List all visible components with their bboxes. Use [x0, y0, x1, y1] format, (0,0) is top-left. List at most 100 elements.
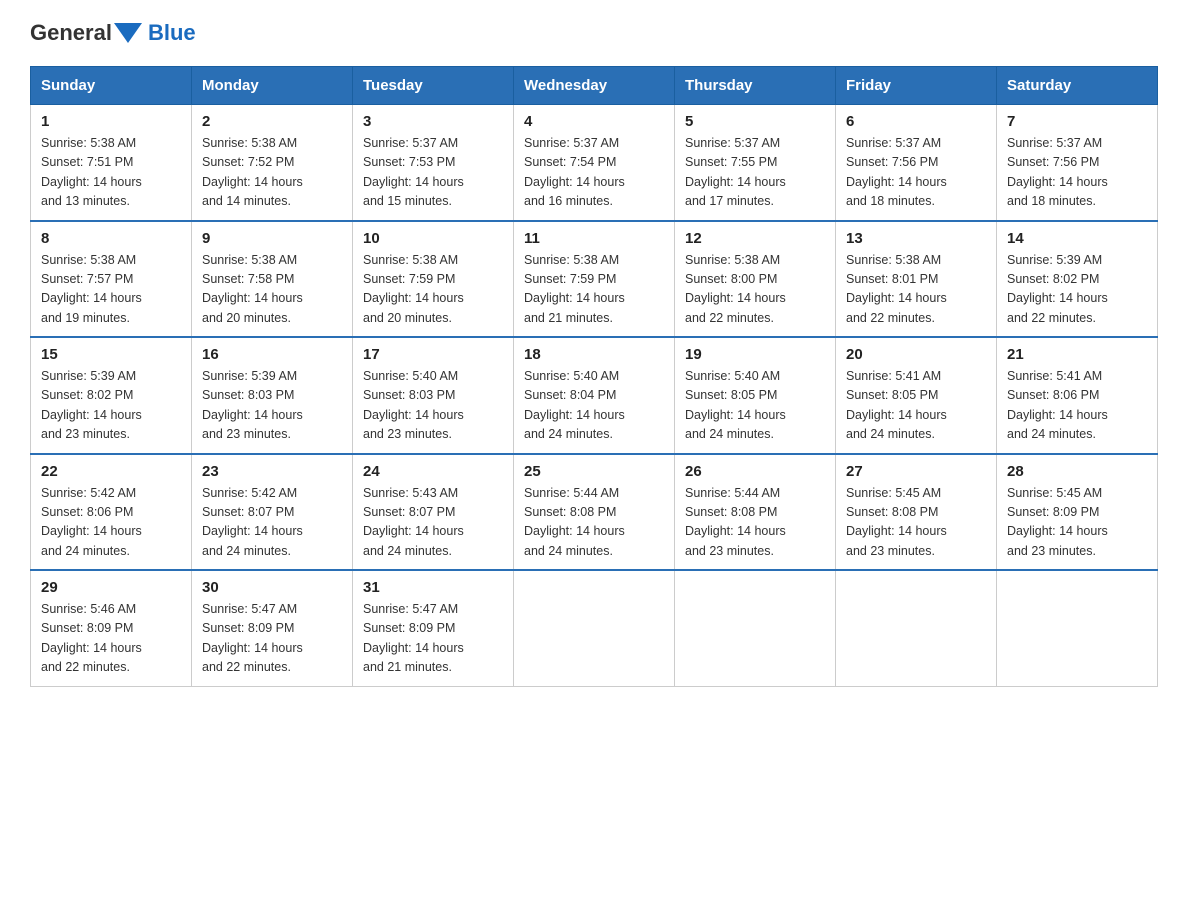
logo-text-general: General [30, 20, 112, 46]
calendar-day-cell: 17 Sunrise: 5:40 AMSunset: 8:03 PMDaylig… [353, 337, 514, 454]
calendar-day-cell: 19 Sunrise: 5:40 AMSunset: 8:05 PMDaylig… [675, 337, 836, 454]
day-number: 17 [363, 346, 503, 363]
calendar-day-cell: 15 Sunrise: 5:39 AMSunset: 8:02 PMDaylig… [31, 337, 192, 454]
day-number: 12 [685, 230, 825, 247]
calendar-day-cell [997, 570, 1158, 686]
calendar-day-cell: 20 Sunrise: 5:41 AMSunset: 8:05 PMDaylig… [836, 337, 997, 454]
calendar-day-cell: 11 Sunrise: 5:38 AMSunset: 7:59 PMDaylig… [514, 221, 675, 338]
calendar-day-cell: 23 Sunrise: 5:42 AMSunset: 8:07 PMDaylig… [192, 454, 353, 571]
day-info: Sunrise: 5:40 AMSunset: 8:04 PMDaylight:… [524, 369, 625, 441]
day-number: 21 [1007, 346, 1147, 363]
calendar-day-cell: 7 Sunrise: 5:37 AMSunset: 7:56 PMDayligh… [997, 105, 1158, 221]
calendar-day-cell: 2 Sunrise: 5:38 AMSunset: 7:52 PMDayligh… [192, 105, 353, 221]
weekday-header-thursday: Thursday [675, 67, 836, 105]
day-info: Sunrise: 5:46 AMSunset: 8:09 PMDaylight:… [41, 602, 142, 674]
day-info: Sunrise: 5:44 AMSunset: 8:08 PMDaylight:… [685, 486, 786, 558]
calendar-day-cell [836, 570, 997, 686]
calendar-week-row: 29 Sunrise: 5:46 AMSunset: 8:09 PMDaylig… [31, 570, 1158, 686]
calendar-table: SundayMondayTuesdayWednesdayThursdayFrid… [30, 66, 1158, 687]
day-number: 31 [363, 579, 503, 596]
day-number: 20 [846, 346, 986, 363]
day-info: Sunrise: 5:41 AMSunset: 8:06 PMDaylight:… [1007, 369, 1108, 441]
day-info: Sunrise: 5:37 AMSunset: 7:54 PMDaylight:… [524, 136, 625, 208]
calendar-day-cell: 24 Sunrise: 5:43 AMSunset: 8:07 PMDaylig… [353, 454, 514, 571]
day-number: 10 [363, 230, 503, 247]
calendar-day-cell: 27 Sunrise: 5:45 AMSunset: 8:08 PMDaylig… [836, 454, 997, 571]
weekday-header-monday: Monday [192, 67, 353, 105]
day-info: Sunrise: 5:37 AMSunset: 7:56 PMDaylight:… [846, 136, 947, 208]
calendar-day-cell [514, 570, 675, 686]
day-info: Sunrise: 5:38 AMSunset: 7:58 PMDaylight:… [202, 253, 303, 325]
weekday-header-wednesday: Wednesday [514, 67, 675, 105]
day-info: Sunrise: 5:45 AMSunset: 8:09 PMDaylight:… [1007, 486, 1108, 558]
calendar-week-row: 22 Sunrise: 5:42 AMSunset: 8:06 PMDaylig… [31, 454, 1158, 571]
weekday-header-tuesday: Tuesday [353, 67, 514, 105]
calendar-day-cell: 28 Sunrise: 5:45 AMSunset: 8:09 PMDaylig… [997, 454, 1158, 571]
calendar-day-cell: 8 Sunrise: 5:38 AMSunset: 7:57 PMDayligh… [31, 221, 192, 338]
day-number: 25 [524, 463, 664, 480]
day-number: 15 [41, 346, 181, 363]
calendar-day-cell: 25 Sunrise: 5:44 AMSunset: 8:08 PMDaylig… [514, 454, 675, 571]
day-number: 23 [202, 463, 342, 480]
day-info: Sunrise: 5:37 AMSunset: 7:53 PMDaylight:… [363, 136, 464, 208]
calendar-week-row: 15 Sunrise: 5:39 AMSunset: 8:02 PMDaylig… [31, 337, 1158, 454]
day-info: Sunrise: 5:42 AMSunset: 8:07 PMDaylight:… [202, 486, 303, 558]
calendar-day-cell: 31 Sunrise: 5:47 AMSunset: 8:09 PMDaylig… [353, 570, 514, 686]
day-number: 5 [685, 113, 825, 130]
calendar-day-cell: 1 Sunrise: 5:38 AMSunset: 7:51 PMDayligh… [31, 105, 192, 221]
page-header: General Blue [30, 20, 1158, 46]
calendar-day-cell: 29 Sunrise: 5:46 AMSunset: 8:09 PMDaylig… [31, 570, 192, 686]
calendar-week-row: 1 Sunrise: 5:38 AMSunset: 7:51 PMDayligh… [31, 105, 1158, 221]
day-number: 6 [846, 113, 986, 130]
day-number: 28 [1007, 463, 1147, 480]
weekday-header-friday: Friday [836, 67, 997, 105]
weekday-header-sunday: Sunday [31, 67, 192, 105]
day-number: 30 [202, 579, 342, 596]
logo: General Blue [30, 20, 196, 46]
day-info: Sunrise: 5:39 AMSunset: 8:02 PMDaylight:… [1007, 253, 1108, 325]
day-number: 24 [363, 463, 503, 480]
day-number: 2 [202, 113, 342, 130]
day-number: 7 [1007, 113, 1147, 130]
logo-text-blue: Blue [148, 20, 196, 46]
logo-arrow-icon [114, 23, 142, 43]
weekday-header-row: SundayMondayTuesdayWednesdayThursdayFrid… [31, 67, 1158, 105]
calendar-day-cell: 18 Sunrise: 5:40 AMSunset: 8:04 PMDaylig… [514, 337, 675, 454]
day-number: 16 [202, 346, 342, 363]
calendar-day-cell: 3 Sunrise: 5:37 AMSunset: 7:53 PMDayligh… [353, 105, 514, 221]
day-number: 13 [846, 230, 986, 247]
day-number: 22 [41, 463, 181, 480]
day-info: Sunrise: 5:38 AMSunset: 7:59 PMDaylight:… [363, 253, 464, 325]
day-info: Sunrise: 5:41 AMSunset: 8:05 PMDaylight:… [846, 369, 947, 441]
day-info: Sunrise: 5:39 AMSunset: 8:02 PMDaylight:… [41, 369, 142, 441]
day-number: 14 [1007, 230, 1147, 247]
calendar-day-cell: 10 Sunrise: 5:38 AMSunset: 7:59 PMDaylig… [353, 221, 514, 338]
day-info: Sunrise: 5:39 AMSunset: 8:03 PMDaylight:… [202, 369, 303, 441]
calendar-day-cell: 21 Sunrise: 5:41 AMSunset: 8:06 PMDaylig… [997, 337, 1158, 454]
day-number: 8 [41, 230, 181, 247]
calendar-day-cell [675, 570, 836, 686]
day-number: 27 [846, 463, 986, 480]
day-number: 19 [685, 346, 825, 363]
day-info: Sunrise: 5:40 AMSunset: 8:03 PMDaylight:… [363, 369, 464, 441]
weekday-header-saturday: Saturday [997, 67, 1158, 105]
calendar-day-cell: 6 Sunrise: 5:37 AMSunset: 7:56 PMDayligh… [836, 105, 997, 221]
day-info: Sunrise: 5:38 AMSunset: 7:57 PMDaylight:… [41, 253, 142, 325]
calendar-day-cell: 13 Sunrise: 5:38 AMSunset: 8:01 PMDaylig… [836, 221, 997, 338]
day-info: Sunrise: 5:37 AMSunset: 7:55 PMDaylight:… [685, 136, 786, 208]
day-info: Sunrise: 5:37 AMSunset: 7:56 PMDaylight:… [1007, 136, 1108, 208]
day-number: 1 [41, 113, 181, 130]
calendar-day-cell: 30 Sunrise: 5:47 AMSunset: 8:09 PMDaylig… [192, 570, 353, 686]
calendar-day-cell: 16 Sunrise: 5:39 AMSunset: 8:03 PMDaylig… [192, 337, 353, 454]
day-info: Sunrise: 5:38 AMSunset: 7:51 PMDaylight:… [41, 136, 142, 208]
calendar-day-cell: 5 Sunrise: 5:37 AMSunset: 7:55 PMDayligh… [675, 105, 836, 221]
calendar-day-cell: 9 Sunrise: 5:38 AMSunset: 7:58 PMDayligh… [192, 221, 353, 338]
calendar-day-cell: 22 Sunrise: 5:42 AMSunset: 8:06 PMDaylig… [31, 454, 192, 571]
day-number: 18 [524, 346, 664, 363]
calendar-day-cell: 12 Sunrise: 5:38 AMSunset: 8:00 PMDaylig… [675, 221, 836, 338]
day-info: Sunrise: 5:38 AMSunset: 8:01 PMDaylight:… [846, 253, 947, 325]
day-info: Sunrise: 5:47 AMSunset: 8:09 PMDaylight:… [202, 602, 303, 674]
day-number: 11 [524, 230, 664, 247]
day-info: Sunrise: 5:38 AMSunset: 7:59 PMDaylight:… [524, 253, 625, 325]
calendar-day-cell: 26 Sunrise: 5:44 AMSunset: 8:08 PMDaylig… [675, 454, 836, 571]
